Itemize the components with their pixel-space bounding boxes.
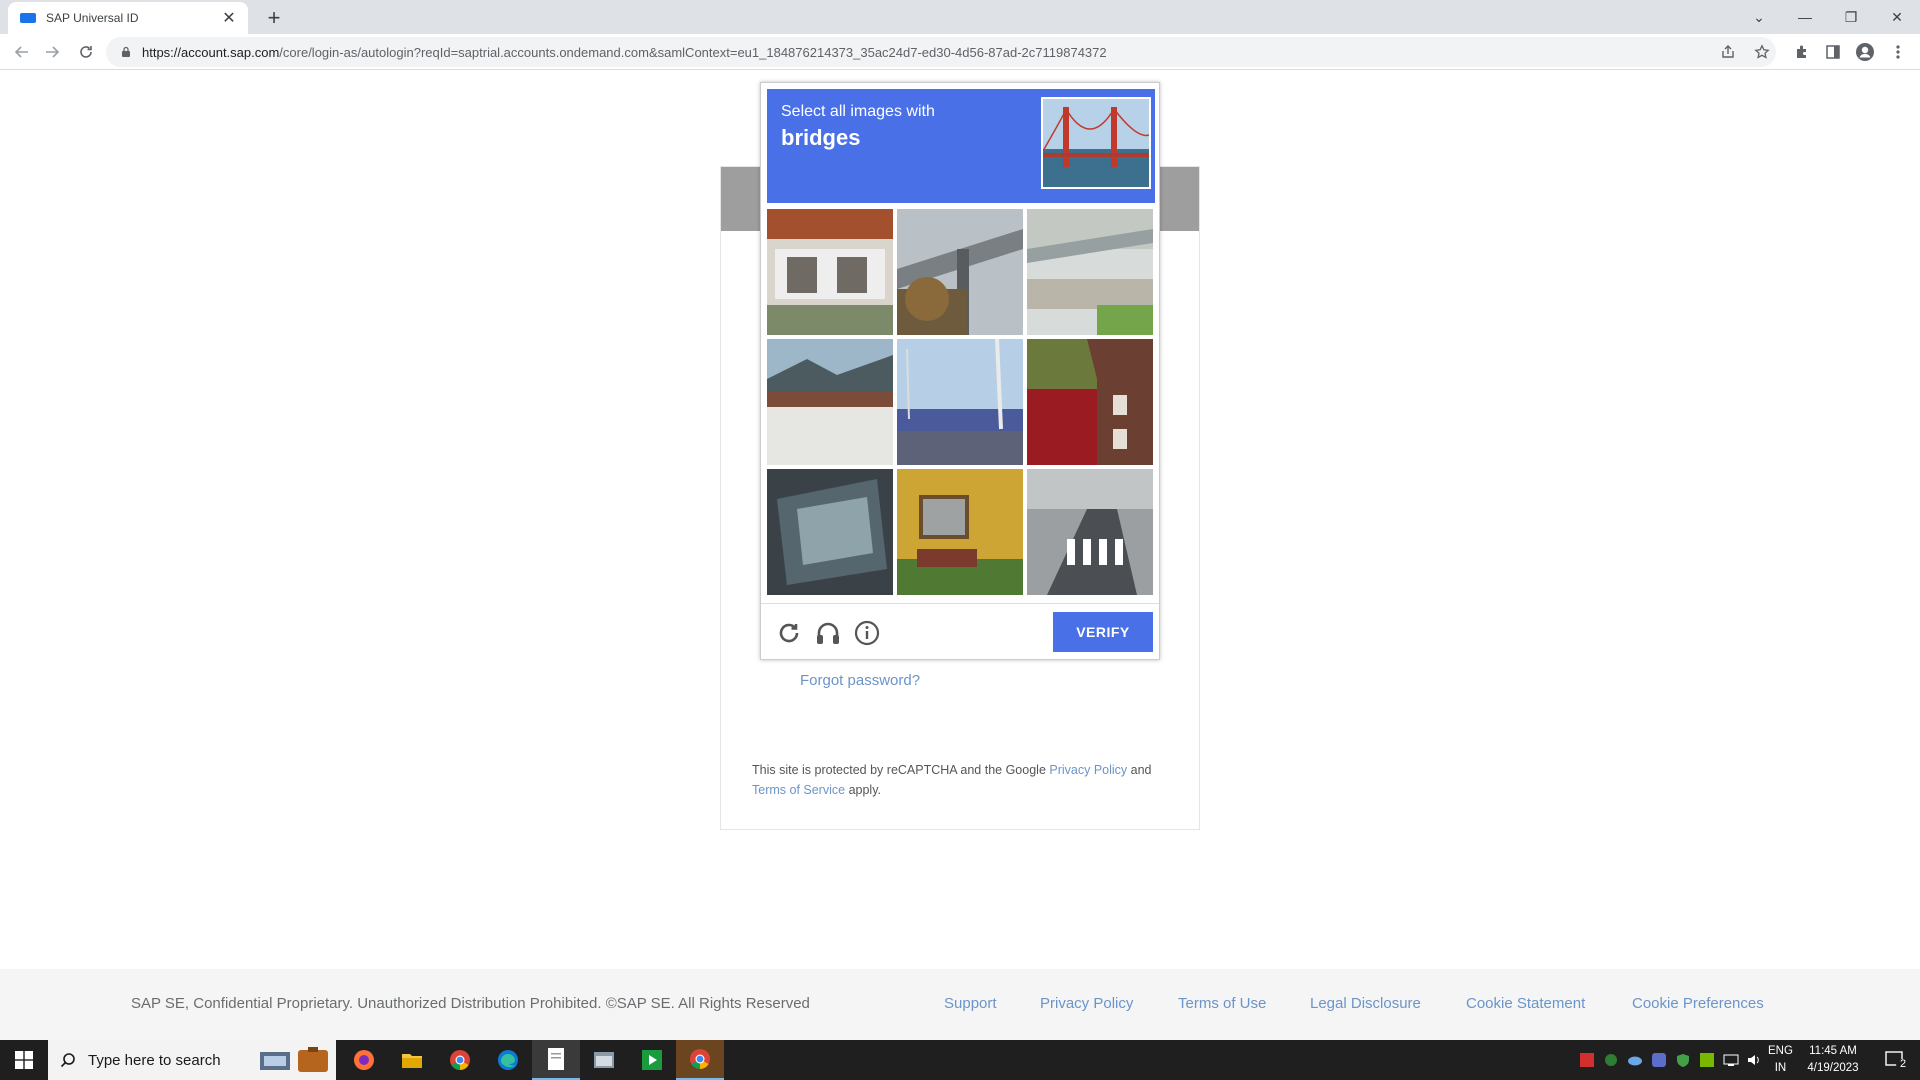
tray-nvidia-icon[interactable] [1696,1040,1718,1080]
page-footer: SAP SE, Confidential Proprietary. Unauth… [0,969,1920,1040]
audio-challenge-icon[interactable] [813,618,843,648]
footer-link-privacy-policy[interactable]: Privacy Policy [1040,995,1133,1012]
clock-date: 4/19/2023 [1807,1062,1859,1074]
footer-link-support[interactable]: Support [944,995,997,1012]
notepad-icon[interactable] [532,1040,580,1080]
extensions-icon[interactable] [1790,40,1814,64]
recaptcha-notice: This site is protected by reCAPTCHA and … [752,760,1172,800]
edge-icon[interactable] [484,1040,532,1080]
info-icon[interactable] [852,618,882,648]
forward-button[interactable] [38,38,66,66]
input-language[interactable]: ENG IN [1768,1043,1793,1077]
search-icon [60,1053,75,1068]
start-button[interactable] [0,1040,48,1080]
captcha-tile-4[interactable] [767,339,893,465]
search-placeholder: Type here to search [88,1051,221,1069]
footer-link-terms-of-use[interactable]: Terms of Use [1178,995,1266,1012]
chrome-icon[interactable] [436,1040,484,1080]
clock-time: 11:45 AM [1809,1045,1857,1057]
search-highlight-icon [260,1047,328,1072]
captcha-tile-8[interactable] [897,469,1023,595]
bookmark-star-icon[interactable] [1750,40,1774,64]
captcha-tile-2[interactable] [897,209,1023,335]
notification-center-icon[interactable]: 2 [1876,1040,1916,1080]
region-code: IN [1774,1062,1787,1074]
app-window-icon[interactable] [580,1040,628,1080]
recaptcha-challenge: Select all images with bridges VERIFY [760,82,1160,660]
captcha-prompt: Select all images with [781,103,935,120]
tab-title: SAP Universal ID [46,11,139,25]
browser-tab[interactable]: SAP Universal ID ✕ [8,2,248,34]
taskbar-search-box[interactable]: Type here to search [48,1040,336,1080]
captcha-image-grid [767,209,1155,597]
browser-toolbar: https://account.sap.com/core/login-as/au… [0,34,1920,70]
tray-cloud-icon[interactable] [1624,1040,1646,1080]
notification-count: 2 [1900,1058,1907,1070]
recaptcha-apply-text: apply. [848,783,882,797]
sample-bridge-image [1041,97,1151,189]
back-arrow-icon [14,46,28,58]
url-text: https://account.sap.com/core/login-as/au… [142,44,1107,60]
verify-button[interactable]: VERIFY [1053,612,1153,652]
captcha-header: Select all images with bridges [767,89,1155,203]
lock-icon [122,46,130,57]
chrome-active-icon[interactable] [676,1040,724,1080]
privacy-policy-link[interactable]: Privacy Policy [1049,763,1127,777]
captcha-tile-6[interactable] [1027,339,1153,465]
captcha-tile-9[interactable] [1027,469,1153,595]
footer-link-legal-disclosure[interactable]: Legal Disclosure [1310,995,1421,1012]
tray-red-app-icon[interactable] [1576,1040,1598,1080]
volume-icon[interactable] [1744,1040,1766,1080]
windows-logo-icon [15,1051,33,1069]
reload-icon [80,46,92,58]
new-tab-button[interactable]: + [260,4,288,32]
share-icon[interactable] [1716,40,1740,64]
forward-arrow-icon [46,46,60,58]
sap-favicon-icon [20,13,36,23]
profile-avatar-icon[interactable] [1853,40,1877,64]
browser-menu-icon[interactable] [1886,40,1910,64]
recaptcha-and-text: and [1130,763,1152,777]
captcha-target: bridges [781,125,861,150]
captcha-tile-3[interactable] [1027,209,1153,335]
tray-green-app-icon[interactable] [1600,1040,1622,1080]
file-explorer-icon[interactable] [388,1040,436,1080]
terms-of-service-link[interactable]: Terms of Service [752,783,845,797]
footer-link-cookie-preferences[interactable]: Cookie Preferences [1632,995,1764,1012]
network-icon[interactable] [1720,1040,1742,1080]
minimize-button[interactable]: — [1782,0,1828,34]
reload-button[interactable] [72,38,100,66]
reload-challenge-icon[interactable] [774,618,804,648]
copyright-text: SAP SE, Confidential Proprietary. Unauth… [131,995,810,1012]
tab-search-chevron-icon[interactable]: ⌄ [1736,0,1782,34]
recaptcha-notice-text: This site is protected by reCAPTCHA and … [752,763,1046,777]
forgot-password-link[interactable]: Forgot password? [800,672,920,689]
tray-teams-icon[interactable] [1648,1040,1670,1080]
close-tab-icon[interactable]: ✕ [220,8,238,28]
footer-link-cookie-statement[interactable]: Cookie Statement [1466,995,1585,1012]
tray-shield-icon[interactable] [1672,1040,1694,1080]
captcha-tile-5[interactable] [897,339,1023,465]
windows-taskbar: Type here to search ENG IN 11:45 AM 4/19… [0,1040,1920,1080]
close-window-button[interactable]: ✕ [1874,0,1920,34]
firefox-icon[interactable] [340,1040,388,1080]
captcha-tile-7[interactable] [767,469,893,595]
side-panel-icon[interactable] [1821,40,1845,64]
captcha-tile-1[interactable] [767,209,893,335]
captcha-footer: VERIFY [761,603,1159,659]
address-bar[interactable]: https://account.sap.com/core/login-as/au… [106,37,1776,67]
restore-button[interactable]: ❐ [1828,0,1874,34]
tab-strip: SAP Universal ID ✕ + ⌄ — ❐ ✕ [0,0,1920,34]
language-code: ENG [1768,1045,1793,1057]
media-player-icon[interactable] [628,1040,676,1080]
back-button[interactable] [8,38,36,66]
system-clock[interactable]: 11:45 AM 4/19/2023 [1798,1043,1868,1077]
